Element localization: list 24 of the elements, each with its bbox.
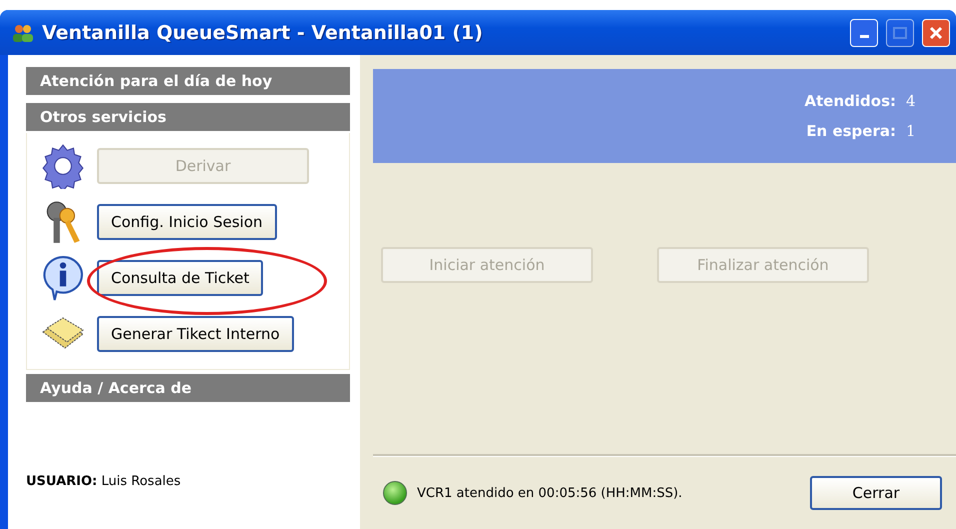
stat-label: Atendidos: — [804, 92, 896, 110]
window-title: Ventanilla QueueSmart - Ventanilla01 (1) — [42, 22, 484, 44]
status-message: VCR1 atendido en 00:05:56 (HH:MM:SS). — [417, 486, 684, 500]
section-header[interactable]: Ayuda / Acerca de — [26, 374, 350, 402]
users-icon — [12, 22, 34, 42]
gear-icon — [41, 143, 85, 189]
minimize-icon — [860, 35, 868, 38]
stat-value: 4 — [906, 92, 916, 110]
service-button[interactable]: Config. Inicio Sesion — [97, 204, 277, 240]
stat-label: En espera: — [806, 122, 896, 140]
user-label: USUARIO: Luis Rosales — [26, 474, 182, 489]
info-icon — [41, 255, 85, 301]
close-dialog-button[interactable]: Cerrar — [810, 476, 942, 510]
close-button[interactable] — [922, 18, 950, 46]
section-header[interactable]: Otros servicios — [26, 103, 350, 131]
maximize-button[interactable] — [886, 18, 914, 46]
service-button[interactable]: Generar Tikect Interno — [97, 316, 294, 352]
service-button[interactable]: Consulta de Ticket — [97, 260, 264, 296]
close-icon — [929, 26, 943, 40]
minimize-button[interactable] — [850, 18, 878, 46]
stat-value: 1 — [906, 122, 916, 140]
section-header[interactable]: Atención para el día de hoy — [26, 67, 350, 95]
status-light-icon — [383, 481, 407, 505]
maximize-icon — [893, 26, 907, 38]
